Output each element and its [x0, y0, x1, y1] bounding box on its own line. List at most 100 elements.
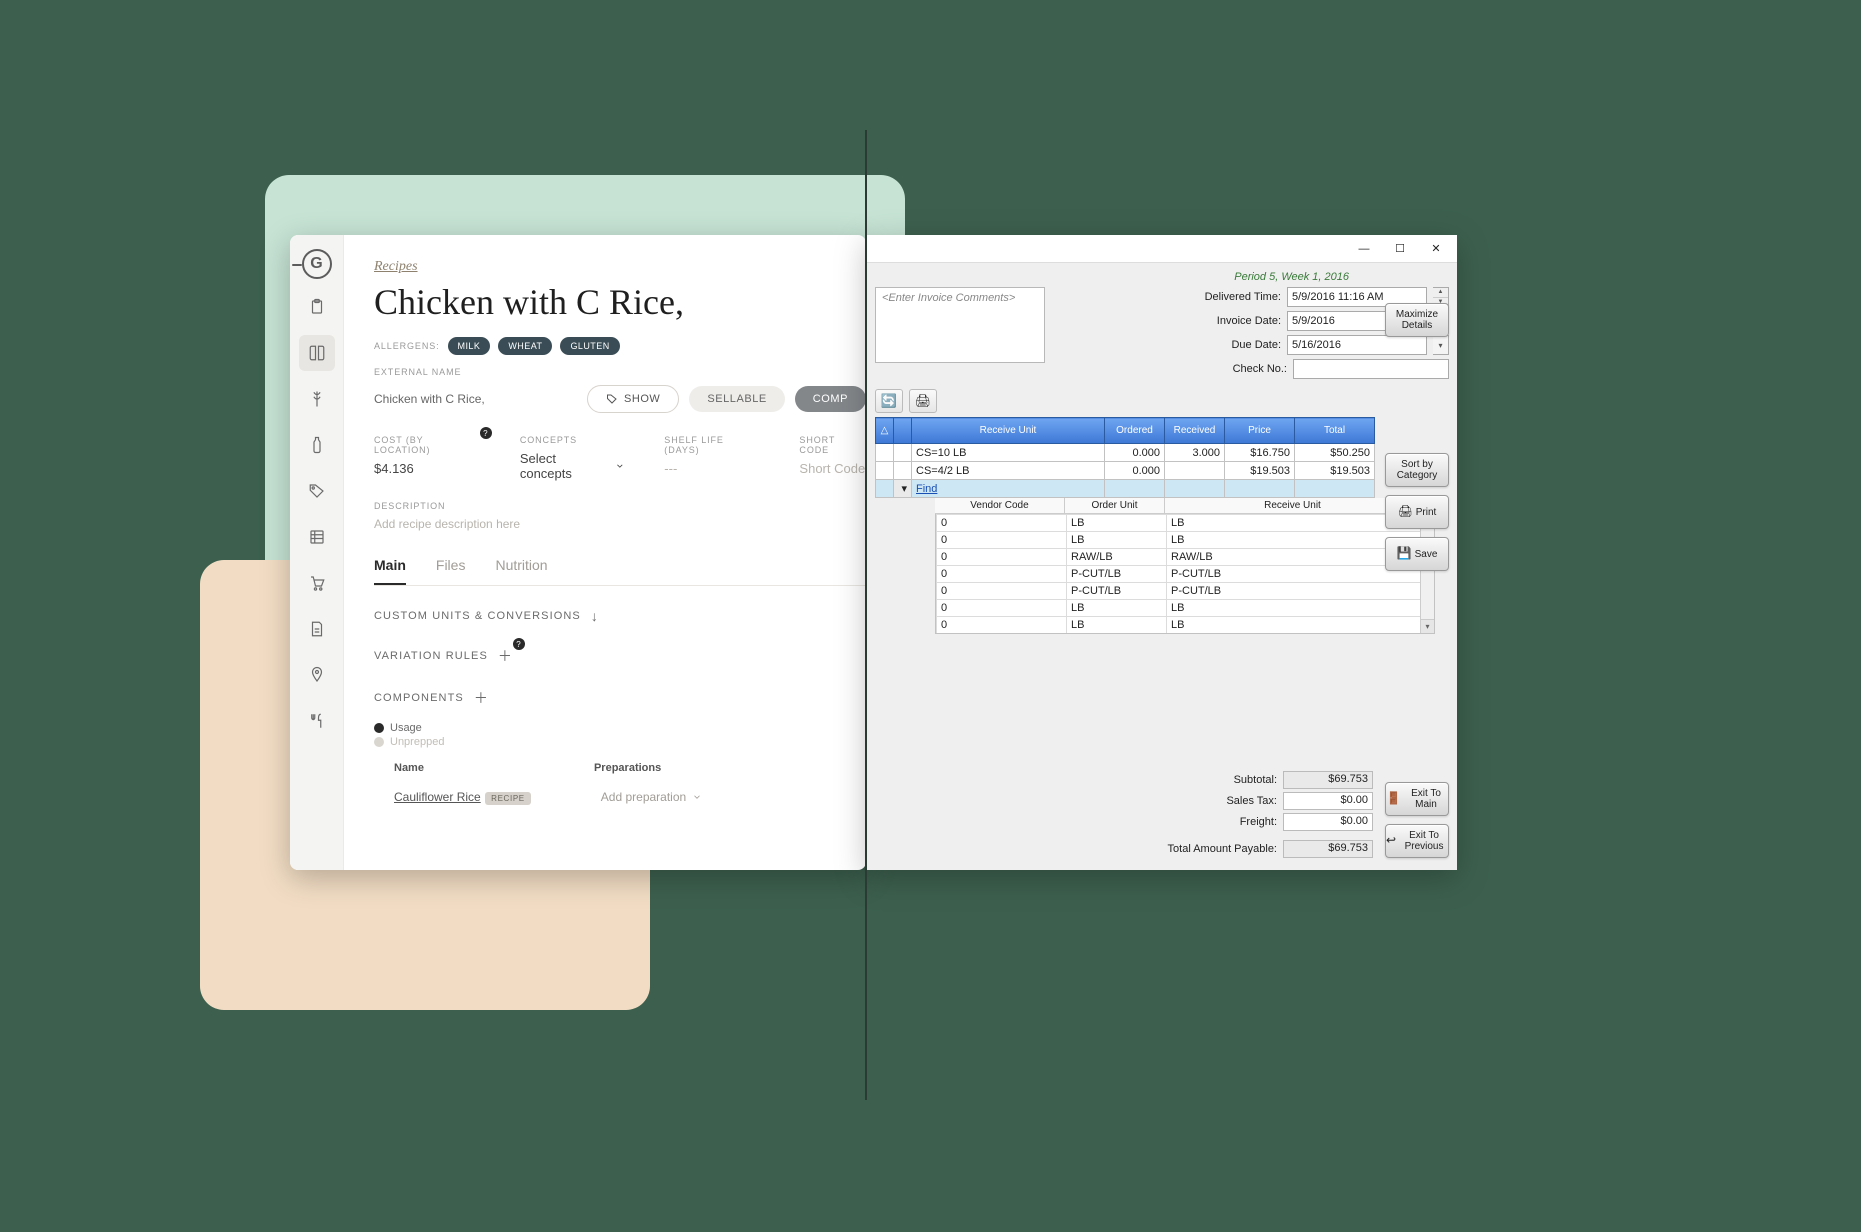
allergen-wheat[interactable]: WHEAT [498, 337, 552, 355]
components-section[interactable]: COMPONENTS ＋ [374, 688, 866, 708]
chevron-down-icon [615, 461, 625, 471]
nav-list-icon[interactable] [299, 519, 335, 555]
external-name-label: EXTERNAL NAME [374, 367, 866, 377]
exit-to-main-button[interactable]: 🚪Exit To Main [1385, 782, 1449, 816]
nav-tag-icon[interactable] [299, 473, 335, 509]
totals: Subtotal:$69.753 Sales Tax:$0.00 Freight… [1168, 771, 1373, 858]
due-date-dropdown[interactable]: ▾ [1433, 335, 1449, 355]
due-date-input[interactable]: 5/16/2016 [1287, 335, 1427, 355]
col-preparations: Preparations [594, 762, 661, 774]
plus-icon: ＋ [474, 688, 489, 708]
col-blank [894, 418, 912, 444]
minimize-button[interactable]: — [1347, 238, 1381, 260]
scroll-down-icon[interactable]: ▾ [1421, 619, 1434, 633]
invoice-date-label: Invoice Date: [1181, 315, 1281, 327]
col-vendor-code[interactable]: Vendor Code [935, 498, 1065, 513]
save-button[interactable]: 💾Save [1385, 537, 1449, 571]
description-input[interactable]: Add recipe description here [374, 517, 866, 531]
table-row[interactable]: CS=4/2 LB 0.000 $19.503 $19.503 [876, 462, 1375, 480]
print-tool-icon[interactable]: 🖨 [909, 389, 937, 413]
maximize-button[interactable]: ☐ [1383, 238, 1417, 260]
short-code-input[interactable]: Short Code [799, 461, 866, 476]
show-button[interactable]: SHOW [587, 385, 679, 413]
nav-location-icon[interactable] [299, 657, 335, 693]
col-ordered[interactable]: Ordered [1105, 418, 1165, 444]
sales-tax-label: Sales Tax: [1226, 795, 1277, 807]
exit-to-previous-button[interactable]: ↩Exit To Previous [1385, 824, 1449, 858]
sellable-button[interactable]: SELLABLE [689, 386, 784, 412]
col-receive-unit[interactable]: Receive Unit [912, 418, 1105, 444]
subgrid-row[interactable]: 0P-CUT/LBP-CUT/LB [937, 566, 1434, 583]
tab-files[interactable]: Files [436, 557, 466, 585]
col-order-unit[interactable]: Order Unit [1065, 498, 1165, 513]
chevron-down-icon [692, 792, 702, 802]
col-triangle[interactable]: △ [876, 418, 894, 444]
due-date-label: Due Date: [1181, 339, 1281, 351]
concepts-select[interactable]: Select concepts [520, 451, 624, 481]
subgrid-row[interactable]: 0LBLB [937, 600, 1434, 617]
comp-button[interactable]: COMP [795, 386, 866, 412]
variation-rules-section[interactable]: VARIATION RULES ＋ [374, 646, 513, 666]
print-button[interactable]: 🖨Print [1385, 495, 1449, 529]
subgrid-row[interactable]: 0LBLB [937, 617, 1434, 634]
maximize-details-button[interactable]: Maximize Details [1385, 303, 1449, 337]
recipe-main: Recipes Chicken with C Rice, ALLERGENS: … [344, 235, 866, 870]
add-preparation[interactable]: Add preparation [601, 790, 702, 804]
nav-document-icon[interactable] [299, 611, 335, 647]
delivered-time-label: Delivered Time: [1181, 291, 1281, 303]
find-link[interactable]: Find [916, 483, 937, 495]
unprepped-radio[interactable] [374, 737, 384, 747]
sales-tax-input[interactable]: $0.00 [1283, 792, 1373, 810]
col-receive-unit-2[interactable]: Receive Unit [1165, 498, 1421, 513]
nav-cart-icon[interactable] [299, 565, 335, 601]
close-button[interactable]: ✕ [1419, 238, 1453, 260]
short-code-label: SHORT CODE [799, 435, 866, 455]
subgrid-row[interactable]: 0RAW/LBRAW/LB [937, 549, 1434, 566]
find-row[interactable]: ▾ Find [876, 480, 1375, 498]
usage-radio[interactable] [374, 723, 384, 733]
titlebar: — ☐ ✕ [867, 235, 1457, 263]
nav-bottle-icon[interactable] [299, 427, 335, 463]
subgrid-row[interactable]: 0P-CUT/LBP-CUT/LB [937, 583, 1434, 600]
table-row[interactable]: CS=10 LB 0.000 3.000 $16.750 $50.250 [876, 444, 1375, 462]
breadcrumb[interactable]: Recipes [374, 259, 418, 274]
cost-label: COST (BY LOCATION) [374, 435, 480, 455]
nav-grain-icon[interactable] [299, 381, 335, 417]
component-link[interactable]: Cauliflower Rice [394, 790, 481, 804]
subgrid-row[interactable]: 0P-CUT/LBP-CUT/LB [937, 634, 1434, 635]
invoice-comments-input[interactable]: <Enter Invoice Comments> [875, 287, 1045, 363]
tag-icon [606, 393, 618, 405]
subgrid-row[interactable]: 0LBLB [937, 515, 1434, 532]
external-name-value: Chicken with C Rice, [374, 392, 485, 406]
sidebar: G [290, 235, 344, 870]
invoice-app-window: — ☐ ✕ Period 5, Week 1, 2016 <Enter Invo… [867, 235, 1457, 870]
app-logo: G [302, 249, 332, 279]
col-received[interactable]: Received [1165, 418, 1225, 444]
nav-dining-icon[interactable] [299, 703, 335, 739]
sort-by-category-button[interactable]: Sort by Category [1385, 453, 1449, 487]
check-no-label: Check No.: [1187, 363, 1287, 375]
freight-input[interactable]: $0.00 [1283, 813, 1373, 831]
items-grid: △ Receive Unit Ordered Received Price To… [875, 417, 1375, 498]
concepts-label: CONCEPTS [520, 435, 624, 445]
col-total[interactable]: Total [1295, 418, 1375, 444]
tab-nutrition[interactable]: Nutrition [495, 557, 547, 585]
subgrid-row[interactable]: 0LBLB [937, 532, 1434, 549]
check-no-input[interactable] [1293, 359, 1449, 379]
save-icon: 💾 [1397, 547, 1411, 560]
custom-units-section[interactable]: CUSTOM UNITS & CONVERSIONS ↓ [374, 608, 866, 624]
page-title: Chicken with C Rice, [374, 281, 866, 323]
col-price[interactable]: Price [1225, 418, 1295, 444]
shelf-life-label: SHELF LIFE (DAYS) [664, 435, 759, 455]
allergen-milk[interactable]: MILK [448, 337, 491, 355]
back-icon: ↩ [1386, 834, 1396, 847]
allergen-gluten[interactable]: GLUTEN [560, 337, 619, 355]
printer-icon: 🖨 [1398, 505, 1412, 518]
recipe-app-window: G Recipes Chicken with C Rice, ALLERGENS… [290, 235, 866, 870]
total-payable-value: $69.753 [1283, 840, 1373, 858]
refresh-icon[interactable]: 🔄 [875, 389, 903, 413]
nav-book-icon[interactable] [299, 335, 335, 371]
nav-clipboard-icon[interactable] [299, 289, 335, 325]
tab-main[interactable]: Main [374, 557, 406, 585]
subtotal-label: Subtotal: [1234, 774, 1277, 786]
